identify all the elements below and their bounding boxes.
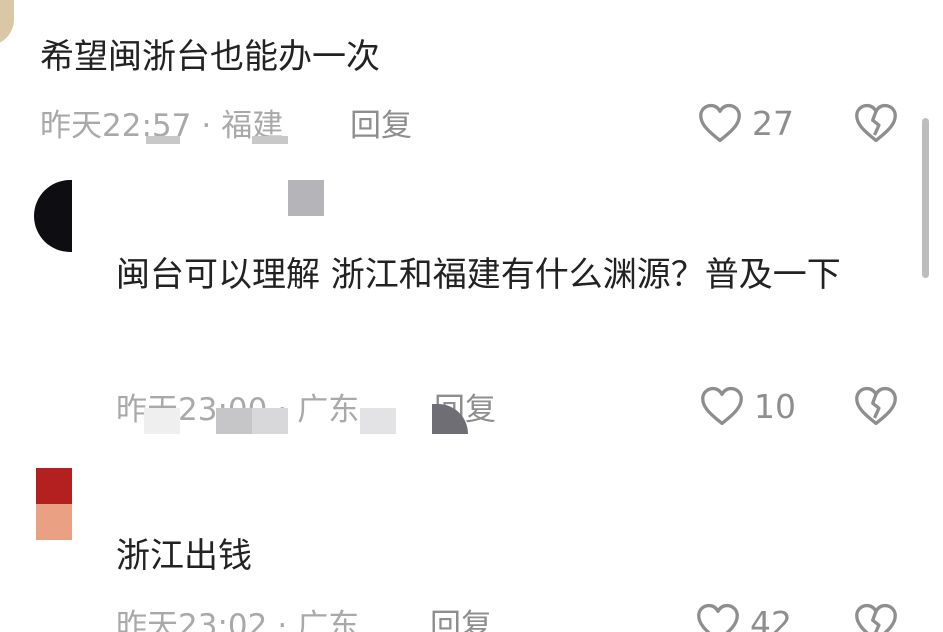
heart-outline-icon [699,103,741,143]
separator: · [201,108,212,144]
user-avatar-lower [36,504,72,540]
broken-heart-icon [855,103,897,143]
comment-text: 希望闽浙台也能办一次 [40,37,380,77]
redaction-block [252,136,288,144]
broken-heart-icon [855,386,897,426]
like-button[interactable]: 10 [700,385,796,427]
redaction-block [360,408,396,434]
redaction-block [288,180,324,216]
like-count: 42 [750,603,792,632]
separator: · [277,608,288,632]
redaction-block [144,408,180,434]
dislike-button[interactable] [854,385,898,431]
heart-outline-icon [701,386,743,426]
like-count: 27 [752,103,794,143]
scrollbar[interactable] [922,118,929,278]
user-avatar[interactable] [36,468,72,504]
like-button[interactable]: 42 [696,602,792,632]
like-count: 10 [754,386,796,426]
broken-heart-icon [855,603,897,632]
comment-time: 昨天23:02 [116,608,268,632]
dislike-button[interactable] [854,602,898,632]
reply-button[interactable]: 回复 [430,600,492,632]
comment-meta: 昨天23:02 · 广东 [116,600,359,632]
comment-location: 广东 [297,608,360,632]
comment-text: 闽台可以理解 浙江和福建有什么渊源？普及一下 [116,255,841,295]
dislike-button[interactable] [854,102,898,148]
heart-outline-icon [697,603,739,632]
comment-list: 希望闽浙台也能办一次 昨天22:57 · 福建 回复 27 闽台可以理解 浙江和福建… [0,0,943,632]
comment-text: 浙江出钱 [116,536,252,576]
user-avatar[interactable] [0,0,14,46]
reply-button[interactable]: 回复 [350,100,412,145]
redaction-block [146,136,180,144]
redaction-block [216,408,252,434]
redaction-block [252,408,288,434]
comment-location: 广东 [297,392,360,428]
like-button[interactable]: 27 [698,102,794,144]
user-avatar[interactable] [34,180,72,252]
